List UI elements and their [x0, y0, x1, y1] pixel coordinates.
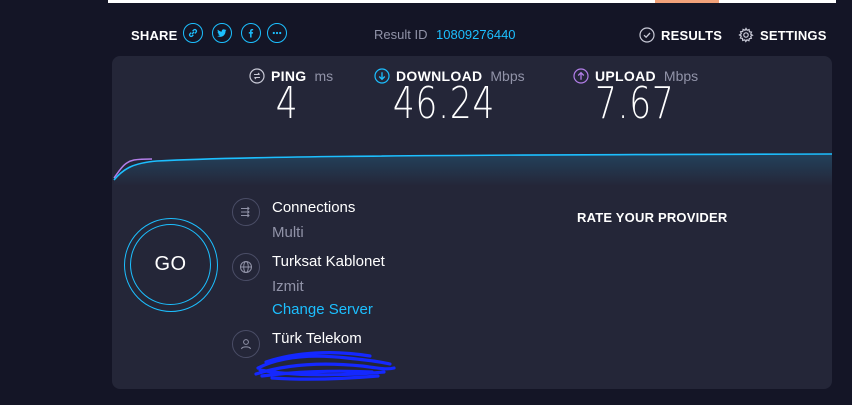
share-more-button[interactable]: [267, 23, 287, 43]
connections-icon: [232, 198, 260, 226]
upload-arrow-icon: [573, 68, 589, 84]
go-label: GO: [154, 253, 187, 275]
upload-value: 7.67: [595, 78, 675, 129]
server-name: Turksat Kablonet: [272, 253, 385, 270]
share-twitter-button[interactable]: [212, 23, 232, 43]
speedtest-result-card: PING ms 4 DOWNLOAD Mbps 46.24 UPLOAD Mbp…: [112, 56, 832, 389]
result-id-label: Result ID: [374, 27, 428, 42]
change-server-link[interactable]: Change Server: [272, 301, 373, 318]
twitter-icon: [217, 29, 227, 37]
globe-icon: [240, 261, 252, 273]
top-strip: [108, 0, 836, 3]
download-value: 46.24: [392, 78, 496, 129]
ping-icon: [249, 68, 265, 84]
check-circle-icon: [639, 27, 655, 43]
go-button-inner-ring: GO: [130, 224, 211, 305]
results-label: RESULTS: [661, 27, 723, 43]
settings-label: SETTINGS: [760, 27, 827, 43]
share-link-button[interactable]: [183, 23, 203, 43]
settings-button[interactable]: SETTINGS: [738, 24, 827, 46]
result-id-link[interactable]: 10809276440: [436, 27, 516, 42]
speed-graph: [113, 153, 832, 186]
provider-name: Türk Telekom: [272, 330, 362, 347]
multi-arrows-icon: [241, 206, 250, 218]
user-icon: [241, 339, 251, 350]
rate-provider-heading: RATE YOUR PROVIDER: [577, 210, 728, 225]
ping-value: 4: [275, 78, 299, 129]
redaction-scribble: [254, 351, 396, 381]
share-facebook-button[interactable]: [241, 23, 261, 43]
server-icon: [232, 253, 260, 281]
facebook-icon: [248, 28, 254, 38]
ping-unit: ms: [314, 68, 334, 84]
download-arrow-icon: [374, 68, 390, 84]
connections-mode[interactable]: Multi: [272, 224, 304, 241]
go-button[interactable]: GO: [124, 218, 218, 312]
top-strip-accent: [655, 0, 719, 3]
server-location: Izmit: [272, 278, 304, 295]
gear-icon: [738, 27, 754, 43]
more-icon: [272, 31, 282, 35]
results-button[interactable]: RESULTS: [639, 24, 722, 46]
connections-title: Connections: [272, 199, 356, 216]
share-label: SHARE: [131, 28, 178, 43]
link-icon: [188, 28, 198, 38]
result-toolbar: SHARE Result ID 10809276440 RESULTS SETT…: [108, 18, 836, 52]
